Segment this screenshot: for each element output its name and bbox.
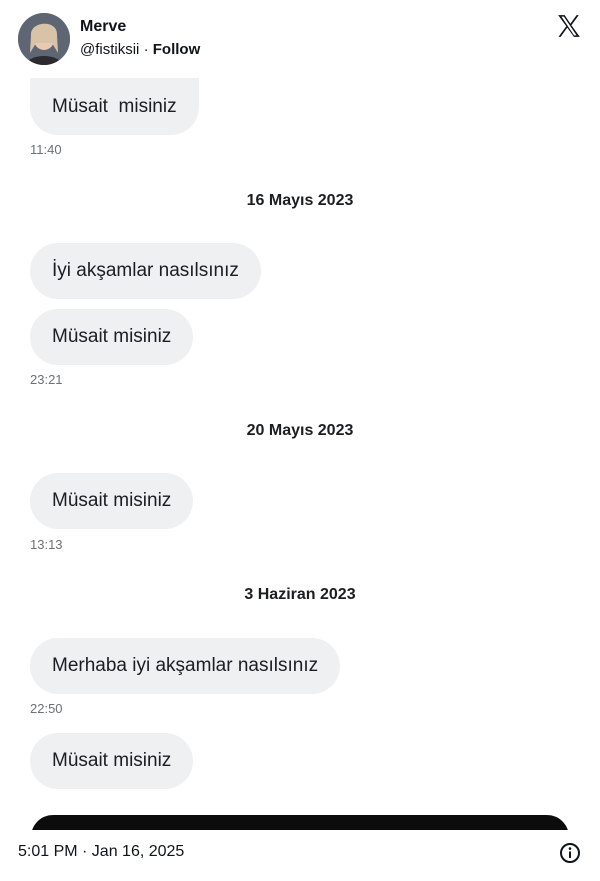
- message-time: 23:21: [30, 372, 63, 387]
- message-text: Merhaba iyi akşamlar nasılsınız: [52, 655, 319, 676]
- separator: ·: [143, 41, 149, 58]
- message-bubble: Müsait misiniz: [30, 309, 194, 365]
- message-bubble: Müsait misiniz: [30, 733, 194, 789]
- tweet-header: Merve @fistiksii · Follow: [0, 0, 600, 78]
- info-icon[interactable]: [559, 842, 581, 864]
- bottom-bar: [31, 815, 569, 830]
- message-bubble: İyi akşamlar nasılsınız: [30, 243, 261, 299]
- display-name[interactable]: Merve: [80, 18, 126, 36]
- message-text: Müsait misiniz: [52, 326, 172, 347]
- message-bubble: Merhaba iyi akşamlar nasılsınız: [30, 638, 341, 694]
- date-separator: 3 Haziran 2023: [244, 586, 356, 603]
- message-text: Müsait misiniz: [52, 490, 172, 511]
- message-time: 22:50: [30, 701, 63, 716]
- date-separator: 16 Mayıs 2023: [246, 192, 354, 209]
- tweet-footer: 5:01 PM · Jan 16, 2025: [0, 830, 600, 881]
- handle[interactable]: @fistiksii: [80, 41, 139, 58]
- message-bubble: Müsait misiniz: [30, 473, 194, 529]
- message-time: 11:40: [30, 142, 62, 157]
- message-text: Müsait misiniz: [52, 750, 172, 771]
- date-separator: 20 Mayıs 2023: [246, 422, 354, 439]
- tweet-timestamp[interactable]: 5:01 PM · Jan 16, 2025: [18, 843, 184, 861]
- message-time: 13:13: [30, 537, 63, 552]
- chat-screenshot: Müsait misiniz 11:40 16 Mayıs 2023 İyi a…: [0, 78, 600, 830]
- message-text: İyi akşamlar nasılsınız: [52, 260, 239, 281]
- handle-row: @fistiksii · Follow: [80, 41, 200, 58]
- message-text: Müsait misiniz: [52, 96, 177, 117]
- message-bubble: Müsait misiniz: [30, 78, 199, 135]
- follow-button[interactable]: Follow: [153, 41, 201, 58]
- avatar[interactable]: [18, 13, 70, 65]
- x-logo-icon[interactable]: [556, 13, 582, 39]
